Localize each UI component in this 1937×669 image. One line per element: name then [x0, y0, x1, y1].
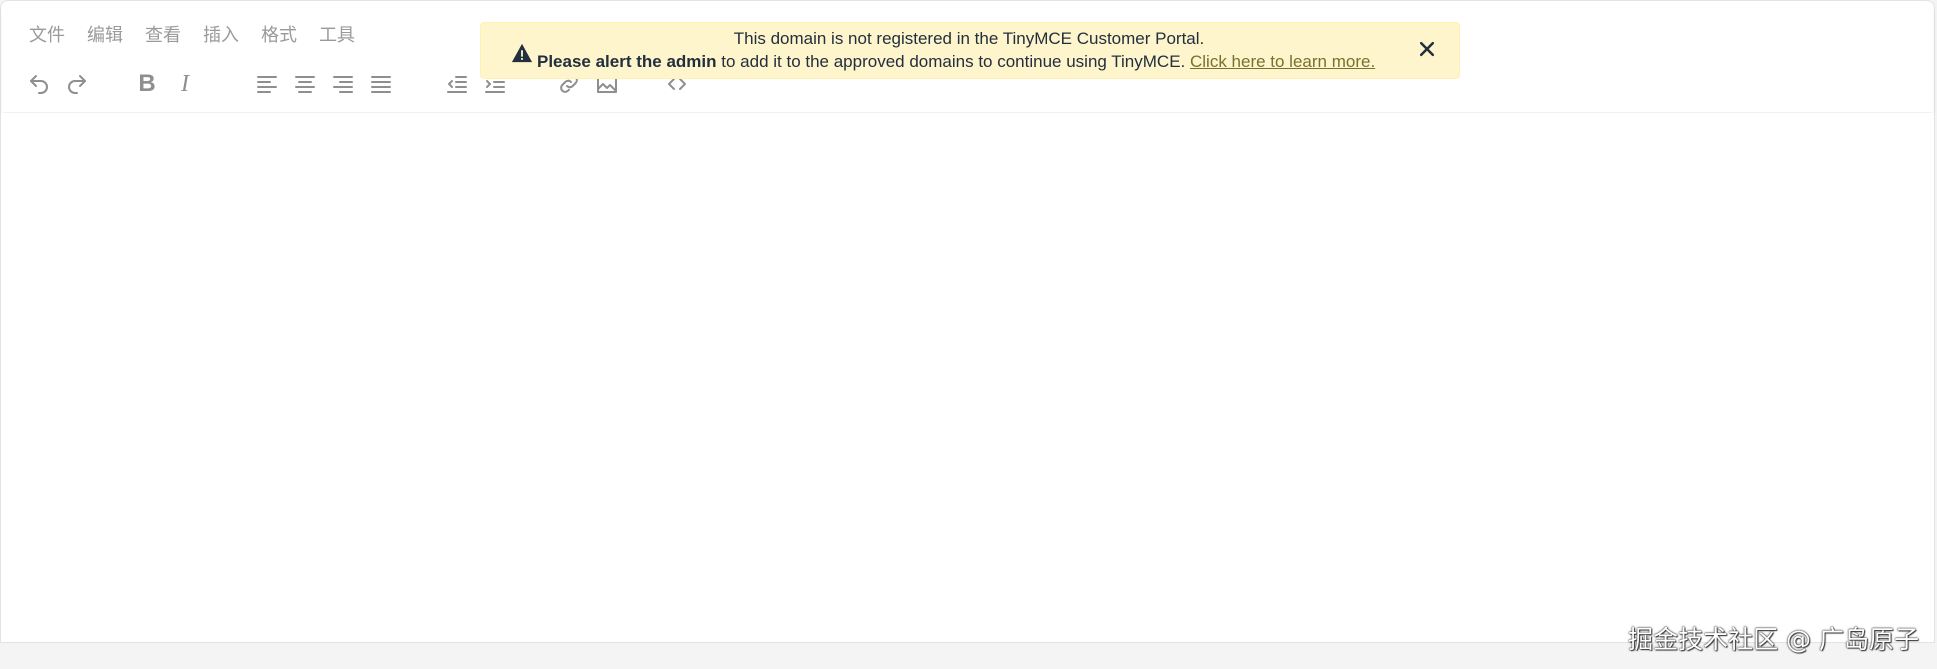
format-group: B I	[128, 66, 204, 102]
align-center-button[interactable]	[286, 66, 324, 102]
undo-button[interactable]	[20, 66, 58, 102]
notice-message-line1: This domain is not registered in the Tin…	[733, 29, 1205, 48]
redo-button[interactable]	[58, 66, 96, 102]
redo-icon	[68, 75, 86, 94]
notice-rest-text: to add it to the approved domains to con…	[716, 52, 1190, 71]
editor-container: 文件 编辑 查看 插入 格式 工具 B I This domain is not…	[0, 0, 1935, 643]
close-notice-button[interactable]	[1415, 37, 1439, 61]
menu-tools[interactable]: 工具	[308, 21, 366, 47]
editor-content-area[interactable]	[2, 113, 1933, 641]
bold-icon: B	[138, 70, 156, 97]
watermark: 掘金技术社区 @ 广岛原子	[1628, 625, 1919, 654]
menu-view[interactable]: 查看	[134, 21, 192, 47]
align-justify-icon	[371, 76, 391, 93]
history-group	[20, 66, 96, 102]
menu-format[interactable]: 格式	[250, 21, 308, 47]
italic-button[interactable]: I	[166, 66, 204, 102]
align-right-button[interactable]	[324, 66, 362, 102]
learn-more-link[interactable]: Click here to learn more.	[1190, 52, 1375, 71]
undo-icon	[30, 75, 48, 94]
outdent-icon	[447, 76, 467, 93]
menu-edit[interactable]: 编辑	[76, 21, 134, 47]
align-left-button[interactable]	[248, 66, 286, 102]
editor-header: 文件 编辑 查看 插入 格式 工具 B I This domain is not…	[2, 2, 1933, 112]
warning-icon	[511, 43, 533, 63]
align-group	[248, 66, 400, 102]
notice-bold-text: Please alert the admin	[537, 52, 717, 71]
align-center-icon	[295, 76, 315, 93]
close-icon	[1419, 41, 1435, 57]
align-right-icon	[333, 76, 353, 93]
notice-message-line2: Please alert the admin to add it to the …	[537, 52, 1375, 72]
domain-warning-notice: This domain is not registered in the Tin…	[480, 22, 1460, 79]
outdent-button[interactable]	[438, 66, 476, 102]
menu-file[interactable]: 文件	[18, 21, 76, 47]
italic-icon: I	[181, 70, 189, 97]
align-left-icon	[257, 76, 277, 93]
bold-button[interactable]: B	[128, 66, 166, 102]
align-justify-button[interactable]	[362, 66, 400, 102]
menubar: 文件 编辑 查看 插入 格式 工具	[18, 20, 366, 48]
menu-insert[interactable]: 插入	[192, 21, 250, 47]
